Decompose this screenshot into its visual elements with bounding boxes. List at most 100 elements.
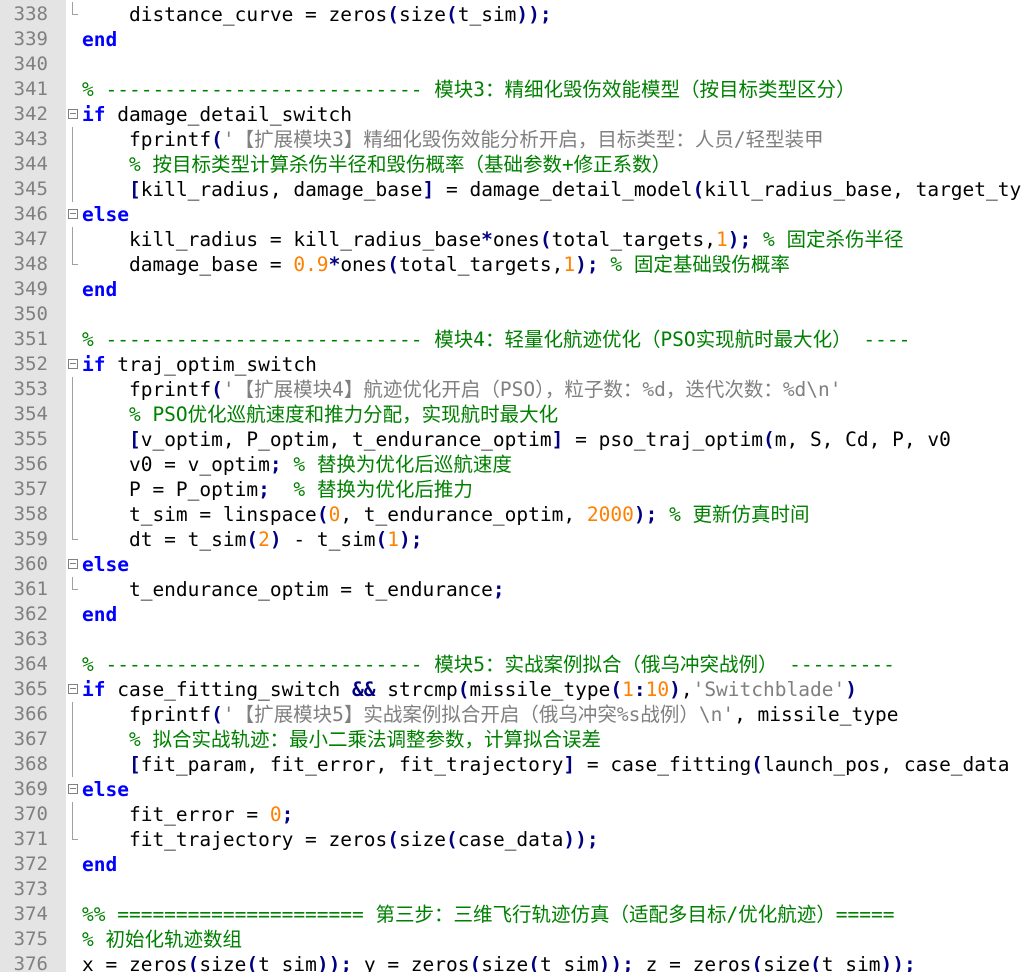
code-text[interactable]: fprintf('【扩展模块3】精细化毁伤效能分析开启，目标类型：人员/轻型装甲 <box>82 127 824 152</box>
code-line[interactable]: 360 else <box>0 552 1021 577</box>
code-text[interactable]: %% ===================== 第三步：三维飞行轨迹仿真（适配… <box>82 902 894 927</box>
code-text[interactable]: damage_base = 0.9*ones(total_targets,1);… <box>82 252 790 277</box>
code-text[interactable]: t_sim = linspace(0, t_endurance_optim, 2… <box>82 502 810 527</box>
code-line[interactable]: 342 if damage_detail_switch <box>0 102 1021 127</box>
code-token: ; <box>410 528 423 551</box>
code-text[interactable]: % --------------------------- 模块5：实战案例拟合… <box>82 652 895 677</box>
code-line[interactable]: 356 v0 = v_optim; % 替换为优化后巡航速度 <box>0 452 1021 477</box>
code-text[interactable]: % 初始化轨迹数组 <box>82 927 242 952</box>
code-line[interactable]: 363 <box>0 627 1021 652</box>
code-text[interactable]: end <box>82 27 117 52</box>
code-line[interactable]: 348 damage_base = 0.9*ones(total_targets… <box>0 252 1021 277</box>
code-text[interactable]: if traj_optim_switch <box>82 352 317 377</box>
code-line[interactable]: 344 % 按目标类型计算杀伤半径和毁伤概率（基础参数+修正系数） <box>0 152 1021 177</box>
code-token: ; <box>622 953 634 972</box>
code-line[interactable]: 353 fprintf('【扩展模块4】航迹优化开启（PSO），粒子数：%d，迭… <box>0 377 1021 402</box>
fold-minus-icon[interactable] <box>67 102 78 127</box>
code-line[interactable]: 361 t_endurance_optim = t_endurance; <box>0 577 1021 602</box>
code-line[interactable]: 341 % --------------------------- 模块3：精细化… <box>0 77 1021 102</box>
code-text[interactable]: % --------------------------- 模块3：精细化毁伤效… <box>82 77 855 102</box>
code-line[interactable]: 351 % --------------------------- 模块4：轻量化… <box>0 327 1021 352</box>
line-number: 353 <box>13 378 48 400</box>
code-line[interactable]: 372 end <box>0 852 1021 877</box>
code-text[interactable]: [kill_radius, damage_base] = damage_deta… <box>82 177 1021 202</box>
code-text[interactable]: end <box>82 852 117 877</box>
code-token: else <box>82 778 129 801</box>
code-text[interactable]: % --------------------------- 模块4：轻量化航迹优… <box>82 327 910 352</box>
code-line[interactable]: 354 % PSO优化巡航速度和推力分配，实现航时最大化 <box>0 402 1021 427</box>
code-line[interactable]: 367 % 拟合实战轨迹：最小二乘法调整参数，计算拟合误差 <box>0 727 1021 752</box>
code-line[interactable]: 340 <box>0 52 1021 77</box>
code-token: ) <box>575 253 587 276</box>
code-line[interactable]: 339 end <box>0 27 1021 52</box>
code-line[interactable]: 376 x = zeros(size(t_sim)); y = zeros(siz… <box>0 952 1021 972</box>
code-line[interactable]: 355 [v_optim, P_optim, t_endurance_optim… <box>0 427 1021 452</box>
code-line[interactable]: 347 kill_radius = kill_radius_base*ones(… <box>0 227 1021 252</box>
code-line[interactable]: 338 distance_curve = zeros(size(t_sim)); <box>0 2 1021 27</box>
code-line[interactable]: 369 else <box>0 777 1021 802</box>
code-text[interactable]: v0 = v_optim; % 替换为优化后巡航速度 <box>82 452 512 477</box>
fold-minus-icon[interactable] <box>67 677 78 702</box>
code-line[interactable]: 371 fit_trajectory = zeros(size(case_dat… <box>0 827 1021 852</box>
code-text[interactable]: end <box>82 277 117 302</box>
code-line[interactable]: 349 end <box>0 277 1021 302</box>
code-text[interactable]: t_endurance_optim = t_endurance; <box>82 577 505 602</box>
fold-minus-icon[interactable] <box>67 202 78 227</box>
code-token: m, S, Cd, P, v0 <box>774 428 951 451</box>
code-token: ; <box>492 578 505 601</box>
code-line[interactable]: 357 P = P_optim; % 替换为优化后推力 <box>0 477 1021 502</box>
code-line[interactable]: 345 [kill_radius, damage_base] = damage_… <box>0 177 1021 202</box>
code-line[interactable]: 365 if case_fitting_switch && strcmp(miss… <box>0 677 1021 702</box>
code-line[interactable]: 352 if traj_optim_switch <box>0 352 1021 377</box>
code-token: ) <box>516 3 529 26</box>
code-text[interactable]: dt = t_sim(2) - t_sim(1); <box>82 527 423 552</box>
code-text[interactable]: fit_trajectory = zeros(size(case_data)); <box>82 827 599 852</box>
code-line[interactable]: 375 % 初始化轨迹数组 <box>0 927 1021 952</box>
fold-minus-icon[interactable] <box>67 552 78 577</box>
code-line[interactable]: 362 end <box>0 602 1021 627</box>
code-text[interactable]: fprintf('【扩展模块4】航迹优化开启（PSO），粒子数：%d，迭代次数：… <box>82 377 842 402</box>
code-token: ( <box>375 528 388 551</box>
code-line[interactable]: 343 fprintf('【扩展模块3】精细化毁伤效能分析开启，目标类型：人员/… <box>0 127 1021 152</box>
fold-line-icon <box>67 477 77 502</box>
code-token: t_sim = linspace <box>82 503 317 526</box>
code-line[interactable]: 368 [fit_param, fit_error, fit_trajector… <box>0 752 1021 777</box>
code-line[interactable]: 346 else <box>0 202 1021 227</box>
code-text[interactable]: % 拟合实战轨迹：最小二乘法调整参数，计算拟合误差 <box>82 727 601 752</box>
code-line[interactable]: 359 dt = t_sim(2) - t_sim(1); <box>0 527 1021 552</box>
code-line[interactable]: 366 fprintf('【扩展模块5】实战案例拟合开启（俄乌冲突%s战例）\n… <box>0 702 1021 727</box>
code-text[interactable]: end <box>82 602 117 627</box>
line-number: 357 <box>13 478 48 500</box>
fold-minus-icon[interactable] <box>67 777 78 802</box>
code-text[interactable]: x = zeros(size(t_sim)); y = zeros(size(t… <box>82 952 916 972</box>
line-number: 355 <box>13 428 48 450</box>
fold-minus-icon[interactable] <box>67 352 78 377</box>
code-token: ( <box>387 828 399 851</box>
code-line[interactable]: 373 <box>0 877 1021 902</box>
code-text[interactable]: else <box>82 552 129 577</box>
code-editor[interactable]: 338 distance_curve = zeros(size(t_sim));… <box>0 0 1021 972</box>
code-text[interactable]: kill_radius = kill_radius_base*ones(tota… <box>82 227 904 252</box>
code-token: ) <box>563 828 576 851</box>
code-text[interactable]: fit_error = 0; <box>82 802 293 827</box>
code-token: fit_param, fit_error, fit_trajectory <box>140 753 564 776</box>
code-text[interactable]: else <box>82 777 129 802</box>
code-text[interactable]: distance_curve = zeros(size(t_sim)); <box>82 2 552 27</box>
code-text[interactable]: fprintf('【扩展模块5】实战案例拟合开启（俄乌冲突%s战例）\n', m… <box>82 702 899 727</box>
code-token: ; <box>539 3 552 26</box>
code-text[interactable]: % PSO优化巡航速度和推力分配，实现航时最大化 <box>82 402 558 427</box>
code-text[interactable]: P = P_optim; % 替换为优化后推力 <box>82 477 473 502</box>
code-text[interactable]: [v_optim, P_optim, t_endurance_optim] = … <box>82 427 951 452</box>
code-token: ) <box>598 953 611 972</box>
code-text[interactable]: [fit_param, fit_error, fit_trajectory] =… <box>82 752 1010 777</box>
code-line[interactable]: 358 t_sim = linspace(0, t_endurance_opti… <box>0 502 1021 527</box>
code-token: && <box>352 678 376 701</box>
code-line[interactable]: 374 %% ===================== 第三步：三维飞行轨迹仿真… <box>0 902 1021 927</box>
code-text[interactable]: else <box>82 202 129 227</box>
code-text[interactable]: if case_fitting_switch && strcmp(missile… <box>82 677 857 702</box>
code-line[interactable]: 364 % --------------------------- 模块5：实战案… <box>0 652 1021 677</box>
code-text[interactable]: % 按目标类型计算杀伤半径和毁伤概率（基础参数+修正系数） <box>82 152 671 177</box>
code-line[interactable]: 350 <box>0 302 1021 327</box>
code-line[interactable]: 370 fit_error = 0; <box>0 802 1021 827</box>
code-text[interactable]: if damage_detail_switch <box>82 102 352 127</box>
